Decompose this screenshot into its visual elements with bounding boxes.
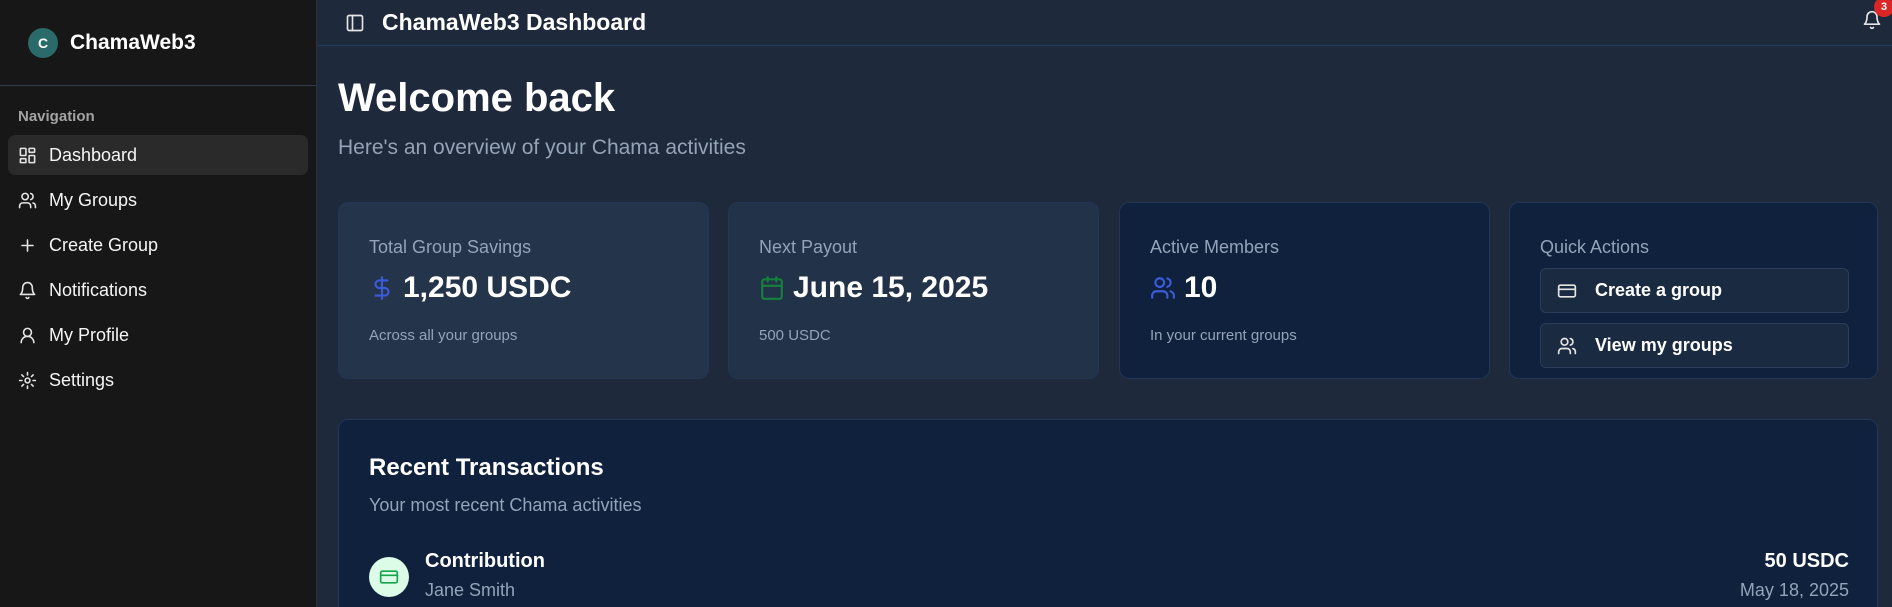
sidebar: C ChamaWeb3 Navigation Dashboard My Grou… xyxy=(0,0,317,607)
button-label: View my groups xyxy=(1595,335,1733,355)
sidebar-nav: Dashboard My Groups Create Group Notific… xyxy=(0,135,316,400)
button-label: Create a group xyxy=(1595,280,1723,300)
card-value-row: June 15, 2025 xyxy=(759,271,988,305)
page-title: ChamaWeb3 Dashboard xyxy=(382,9,647,35)
sidebar-item-settings[interactable]: Settings xyxy=(8,360,308,400)
welcome-heading: Welcome back xyxy=(338,76,616,120)
dollar-icon xyxy=(374,276,390,300)
users-icon xyxy=(1151,277,1175,299)
active-members-card: Active Members 10 In your current groups xyxy=(1119,202,1490,379)
sidebar-toggle-button[interactable] xyxy=(344,12,366,34)
next-payout-card: Next Payout June 15, 2025 500 USDC xyxy=(728,202,1099,379)
sidebar-item-notifications[interactable]: Notifications xyxy=(8,270,308,310)
section-title: Recent Transactions xyxy=(369,454,604,481)
credit-card-icon xyxy=(1557,283,1577,298)
quick-actions-card: Quick Actions Create a group View my gro… xyxy=(1509,202,1878,379)
card-value: 10 xyxy=(1184,271,1218,304)
card-value-row: 1,250 USDC xyxy=(369,271,571,305)
sidebar-item-dashboard[interactable]: Dashboard xyxy=(8,135,308,175)
view-groups-button[interactable]: View my groups xyxy=(1540,323,1849,368)
section-subtitle: Your most recent Chama activities xyxy=(369,495,642,515)
sidebar-item-my-groups[interactable]: My Groups xyxy=(8,180,308,220)
transaction-row[interactable]: Contribution Jane Smith 50 USDC May 18, … xyxy=(369,550,1849,606)
card-label: Next Payout xyxy=(759,237,858,257)
transaction-date: May 18, 2025 xyxy=(1739,580,1849,600)
sidebar-item-label: My Profile xyxy=(49,324,130,345)
transaction-type: Contribution xyxy=(425,550,545,572)
card-label: Total Group Savings xyxy=(369,237,532,257)
transaction-amount: 50 USDC xyxy=(1764,550,1849,572)
welcome-subtitle: Here's an overview of your Chama activit… xyxy=(338,136,746,159)
brand-avatar: C xyxy=(28,27,58,58)
panel-left-icon xyxy=(346,14,364,31)
sidebar-item-label: Notifications xyxy=(49,279,148,300)
sidebar-item-label: Settings xyxy=(49,369,115,390)
brand[interactable]: C ChamaWeb3 xyxy=(0,0,316,86)
brand-name: ChamaWeb3 xyxy=(70,30,196,54)
sidebar-item-label: Create Group xyxy=(49,234,159,255)
card-label: Quick Actions xyxy=(1540,237,1650,257)
users-icon xyxy=(18,192,37,208)
card-value-row: 10 xyxy=(1150,271,1217,305)
card-value: June 15, 2025 xyxy=(793,271,989,304)
total-savings-card: Total Group Savings 1,250 USDC Across al… xyxy=(338,202,709,379)
card-note: In your current groups xyxy=(1150,327,1297,344)
users-icon xyxy=(1557,337,1577,354)
sidebar-item-my-profile[interactable]: My Profile xyxy=(8,315,308,355)
dashboard-icon xyxy=(19,147,36,163)
credit-card-icon xyxy=(379,570,399,584)
notifications-button[interactable]: 3 xyxy=(1862,0,1892,33)
sidebar-item-label: Dashboard xyxy=(49,144,138,165)
card-label: Active Members xyxy=(1150,237,1280,257)
sidebar-item-create-group[interactable]: Create Group xyxy=(8,225,308,265)
user-icon xyxy=(20,327,35,343)
sidebar-item-label: My Groups xyxy=(49,189,138,210)
card-value: 1,250 USDC xyxy=(403,271,572,304)
nav-heading: Navigation xyxy=(18,108,95,125)
transaction-member: Jane Smith xyxy=(425,580,516,600)
main-content: ChamaWeb3 Dashboard 3 Welcome back Here'… xyxy=(318,0,1892,607)
recent-transactions-panel: Recent Transactions Your most recent Cha… xyxy=(338,419,1878,607)
topbar: ChamaWeb3 Dashboard 3 xyxy=(318,0,1892,46)
bell-icon xyxy=(19,281,36,299)
calendar-icon xyxy=(761,276,783,300)
card-note: 500 USDC xyxy=(759,327,831,344)
gear-icon xyxy=(18,371,37,389)
create-group-button[interactable]: Create a group xyxy=(1540,268,1849,313)
notification-badge: 3 xyxy=(1874,0,1892,17)
plus-icon xyxy=(21,238,34,252)
transaction-icon-badge xyxy=(369,557,409,597)
card-note: Across all your groups xyxy=(369,327,518,344)
